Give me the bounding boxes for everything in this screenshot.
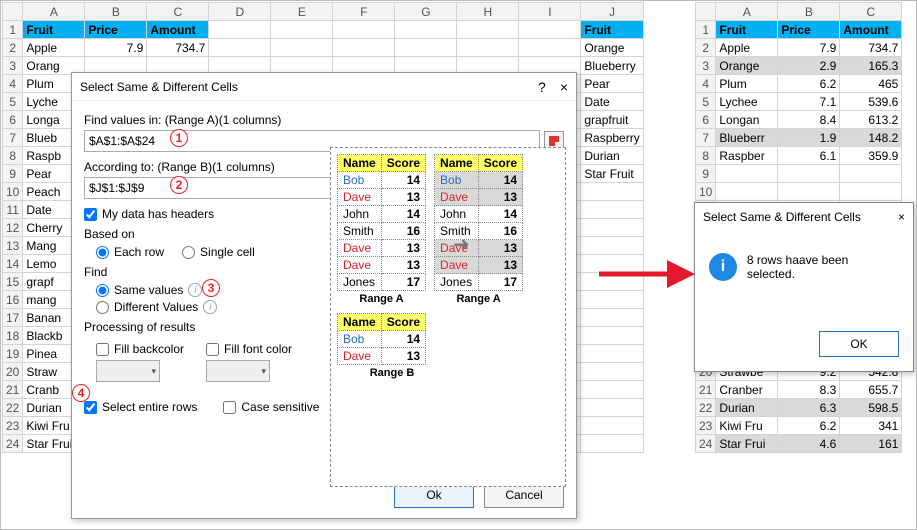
select-entire-rows-checkbox[interactable] — [84, 401, 97, 414]
find-in-label: Find values in: (Range A)(1 columns) — [84, 113, 564, 127]
help-button[interactable]: ? — [538, 79, 546, 95]
red-arrow-icon — [597, 254, 697, 297]
info-icon: i — [709, 253, 737, 281]
arrow-right-icon: ➜ — [453, 232, 470, 257]
marker-2: 2 — [170, 176, 188, 194]
close-button[interactable]: × — [898, 210, 905, 224]
example-panel: NameScoreBob14Dave13John14Smith16Dave13D… — [330, 147, 566, 487]
info-icon[interactable]: i — [188, 283, 202, 297]
marker-4: 4 — [72, 384, 90, 402]
each-row-radio[interactable] — [96, 246, 109, 259]
close-button[interactable]: × — [560, 79, 568, 95]
single-cell-radio[interactable] — [182, 246, 195, 259]
fill-fontcolor-checkbox[interactable] — [206, 343, 219, 356]
different-values-radio[interactable] — [96, 301, 109, 314]
fontcolor-picker[interactable] — [206, 360, 270, 382]
backcolor-picker[interactable] — [96, 360, 160, 382]
info-dialog: Select Same & Different Cells × i 8 rows… — [694, 202, 914, 372]
info-message: 8 rows haave been selected. — [747, 253, 899, 281]
dialog-title: Select Same & Different Cells — [80, 80, 238, 94]
marker-3: 3 — [202, 279, 220, 297]
info-icon[interactable]: i — [203, 300, 217, 314]
select-cells-dialog: Select Same & Different Cells ? × Find v… — [71, 72, 577, 519]
fill-backcolor-checkbox[interactable] — [96, 343, 109, 356]
ok-button[interactable]: OK — [819, 331, 899, 357]
case-sensitive-checkbox[interactable] — [223, 401, 236, 414]
marker-1: 1 — [170, 129, 188, 147]
same-values-radio[interactable] — [96, 284, 109, 297]
info-dialog-title: Select Same & Different Cells — [703, 210, 861, 224]
headers-checkbox[interactable] — [84, 208, 97, 221]
